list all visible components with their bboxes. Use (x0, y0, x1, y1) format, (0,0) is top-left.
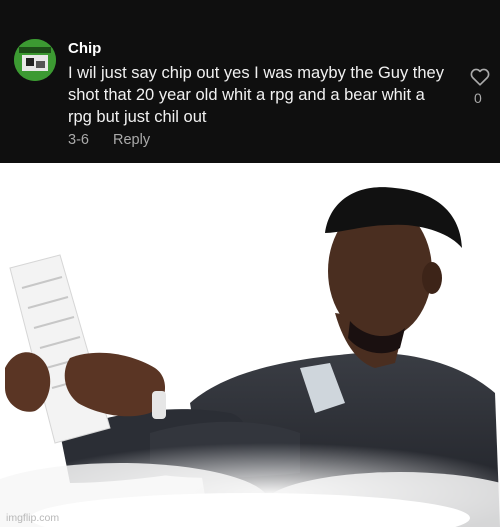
user-avatar[interactable] (14, 39, 56, 81)
comment-meta: 3-6 Reply (68, 132, 150, 148)
comment-text-line: I wil just say chip out yes I was mayby … (68, 64, 444, 82)
like-count: 0 (474, 90, 482, 106)
reply-button[interactable]: Reply (113, 132, 150, 148)
man-reading-paper-image (0, 187, 500, 527)
comment-date: 3-6 (68, 132, 89, 148)
comment-text-line: shot that 20 year old whit a rpg and a b… (68, 86, 425, 104)
comment-text: I wil just say chip out yes I was mayby … (68, 62, 463, 128)
comment-text-line: rpg but just chil out (68, 108, 207, 126)
avatar-graphic (14, 39, 56, 81)
comment-panel: Chip I wil just say chip out yes I was m… (0, 0, 500, 163)
watermark: imgflip.com (6, 512, 60, 524)
heart-outline-icon (470, 68, 490, 86)
meme-image (0, 163, 500, 527)
like-button[interactable] (469, 66, 491, 88)
comment-author[interactable]: Chip (68, 40, 101, 57)
